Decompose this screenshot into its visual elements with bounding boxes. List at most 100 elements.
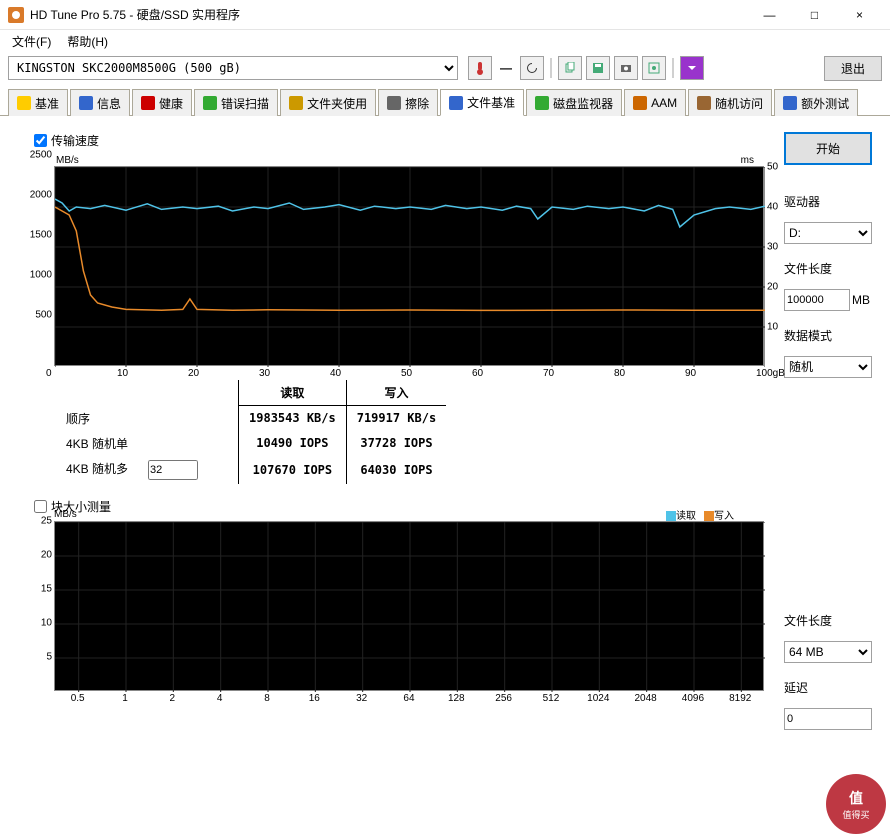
chart2-legend: 读取 写入 <box>666 507 734 522</box>
menu-file[interactable]: 文件(F) <box>4 31 59 52</box>
copy-icon[interactable] <box>558 56 582 80</box>
main-content: 传输速度 MB/s ms 5001000150020002500 1020304… <box>0 116 890 746</box>
tab-label: 错误扫描 <box>221 95 269 112</box>
down-arrow-icon[interactable] <box>680 56 704 80</box>
tab-icon <box>783 96 797 110</box>
tab-label: 随机访问 <box>715 95 763 112</box>
save-icon[interactable] <box>586 56 610 80</box>
tab-7[interactable]: 磁盘监视器 <box>526 89 622 116</box>
table-row: 顺序 1983543 KB/s 719917 KB/s <box>56 406 446 431</box>
tab-6[interactable]: 文件基准 <box>440 89 524 116</box>
filelen-unit: MB <box>852 293 870 307</box>
watermark-badge: 值 值得买 <box>826 774 886 834</box>
tab-2[interactable]: 健康 <box>132 89 192 116</box>
drive-select[interactable]: KINGSTON SKC2000M8500G (500 gB) <box>8 56 458 80</box>
cb-block-input[interactable] <box>34 500 47 513</box>
separator <box>672 58 674 78</box>
maximize-button[interactable]: □ <box>792 1 837 29</box>
y-unit-left-2: MB/s <box>54 509 77 520</box>
filelen-input[interactable] <box>784 289 850 311</box>
tab-1[interactable]: 信息 <box>70 89 130 116</box>
mode-select[interactable]: 随机 <box>784 356 872 378</box>
tab-label: 额外测试 <box>801 95 849 112</box>
delay-label: 延迟 <box>784 679 872 696</box>
tab-icon <box>697 96 711 110</box>
tab-icon <box>79 96 93 110</box>
tab-3[interactable]: 错误扫描 <box>194 89 278 116</box>
tab-label: 擦除 <box>405 95 429 112</box>
y-unit-right: ms <box>741 155 754 166</box>
tab-9[interactable]: 随机访问 <box>688 89 772 116</box>
app-icon <box>8 7 24 23</box>
toolbar: KINGSTON SKC2000M8500G (500 gB) — 退出 <box>0 52 890 84</box>
y-unit-left: MB/s <box>56 155 79 166</box>
camera-icon[interactable] <box>614 56 638 80</box>
qd-input[interactable] <box>148 460 198 480</box>
row-label: 4KB 随机多 <box>56 456 239 484</box>
table-row: 4KB 随机单 10490 IOPS 37728 IOPS <box>56 431 446 456</box>
y-axis-left: 5001000150020002500 <box>26 155 54 355</box>
cell-write: 719917 KB/s <box>346 406 446 431</box>
filelen2-select[interactable]: 64 MB <box>784 641 872 663</box>
drive-letter-select[interactable]: D: <box>784 222 872 244</box>
drive-label: 驱动器 <box>784 193 872 210</box>
tab-label: AAM <box>651 96 677 110</box>
x-axis-2: 0.512481632641282565121024204840968192 <box>54 693 764 704</box>
results-table: 读取 写入 顺序 1983543 KB/s 719917 KB/s4KB 随机单… <box>56 380 764 484</box>
window-title: HD Tune Pro 5.75 - 硬盘/SSD 实用程序 <box>30 6 747 23</box>
tab-label: 健康 <box>159 95 183 112</box>
filelen-label: 文件长度 <box>784 260 872 277</box>
y-axis-right: 1020304050 <box>765 167 787 367</box>
blocksize-chart <box>54 521 764 691</box>
table-row: 4KB 随机多 107670 IOPS 64030 IOPS <box>56 456 446 484</box>
tab-icon <box>141 96 155 110</box>
tab-label: 基准 <box>35 95 59 112</box>
close-button[interactable]: × <box>837 1 882 29</box>
cell-write: 64030 IOPS <box>346 456 446 484</box>
left-column: 传输速度 MB/s ms 5001000150020002500 1020304… <box>18 132 764 730</box>
cell-read: 1983543 KB/s <box>239 406 347 431</box>
temp-value: — <box>500 61 512 75</box>
tab-8[interactable]: AAM <box>624 89 686 116</box>
tab-icon <box>17 96 31 110</box>
delay-input[interactable] <box>784 708 872 730</box>
separator <box>550 58 552 78</box>
filelen2-label: 文件长度 <box>784 612 872 629</box>
tab-icon <box>449 96 463 110</box>
cb-transfer-input[interactable] <box>34 134 47 147</box>
refresh-icon[interactable] <box>520 56 544 80</box>
tab-4[interactable]: 文件夹使用 <box>280 89 376 116</box>
tab-label: 文件基准 <box>467 94 515 111</box>
start-button[interactable]: 开始 <box>784 132 872 165</box>
tab-strip: 基准 信息 健康 错误扫描文件夹使用 擦除 文件基准 磁盘监视器 AAM 随机访问 额外测试 <box>0 84 890 116</box>
row-label: 顺序 <box>56 406 239 431</box>
cell-write: 37728 IOPS <box>346 431 446 456</box>
tab-label: 信息 <box>97 95 121 112</box>
minimize-button[interactable]: — <box>747 1 792 29</box>
tab-icon <box>387 96 401 110</box>
y-axis-left-2: 510152025 <box>26 521 54 691</box>
mode-label: 数据模式 <box>784 327 872 344</box>
tab-0[interactable]: 基准 <box>8 89 68 116</box>
tab-5[interactable]: 擦除 <box>378 89 438 116</box>
menu-bar: 文件(F) 帮助(H) <box>0 30 890 52</box>
right-column: 开始 驱动器 D: 文件长度 MB 数据模式 随机 文件长度 64 MB 延迟 <box>784 132 872 730</box>
cb-block-size[interactable]: 块大小测量 <box>34 498 764 515</box>
tab-label: 磁盘监视器 <box>553 95 613 112</box>
menu-help[interactable]: 帮助(H) <box>59 31 116 52</box>
cell-read: 107670 IOPS <box>239 456 347 484</box>
cb-transfer-label: 传输速度 <box>51 132 99 149</box>
transfer-chart: 1020304050 <box>54 166 764 366</box>
chart1-wrap: MB/s ms 5001000150020002500 1020304050 0… <box>26 155 764 368</box>
cb-transfer-speed[interactable]: 传输速度 <box>34 132 764 149</box>
col-write-header: 写入 <box>346 380 446 406</box>
tab-10[interactable]: 额外测试 <box>774 89 858 116</box>
exit-button[interactable]: 退出 <box>824 56 882 81</box>
tab-icon <box>633 96 647 110</box>
thermometer-icon[interactable] <box>468 56 492 80</box>
screenshot-icon[interactable] <box>642 56 666 80</box>
tab-icon <box>535 96 549 110</box>
title-bar: HD Tune Pro 5.75 - 硬盘/SSD 实用程序 — □ × <box>0 0 890 30</box>
cell-read: 10490 IOPS <box>239 431 347 456</box>
row-label: 4KB 随机单 <box>56 431 239 456</box>
